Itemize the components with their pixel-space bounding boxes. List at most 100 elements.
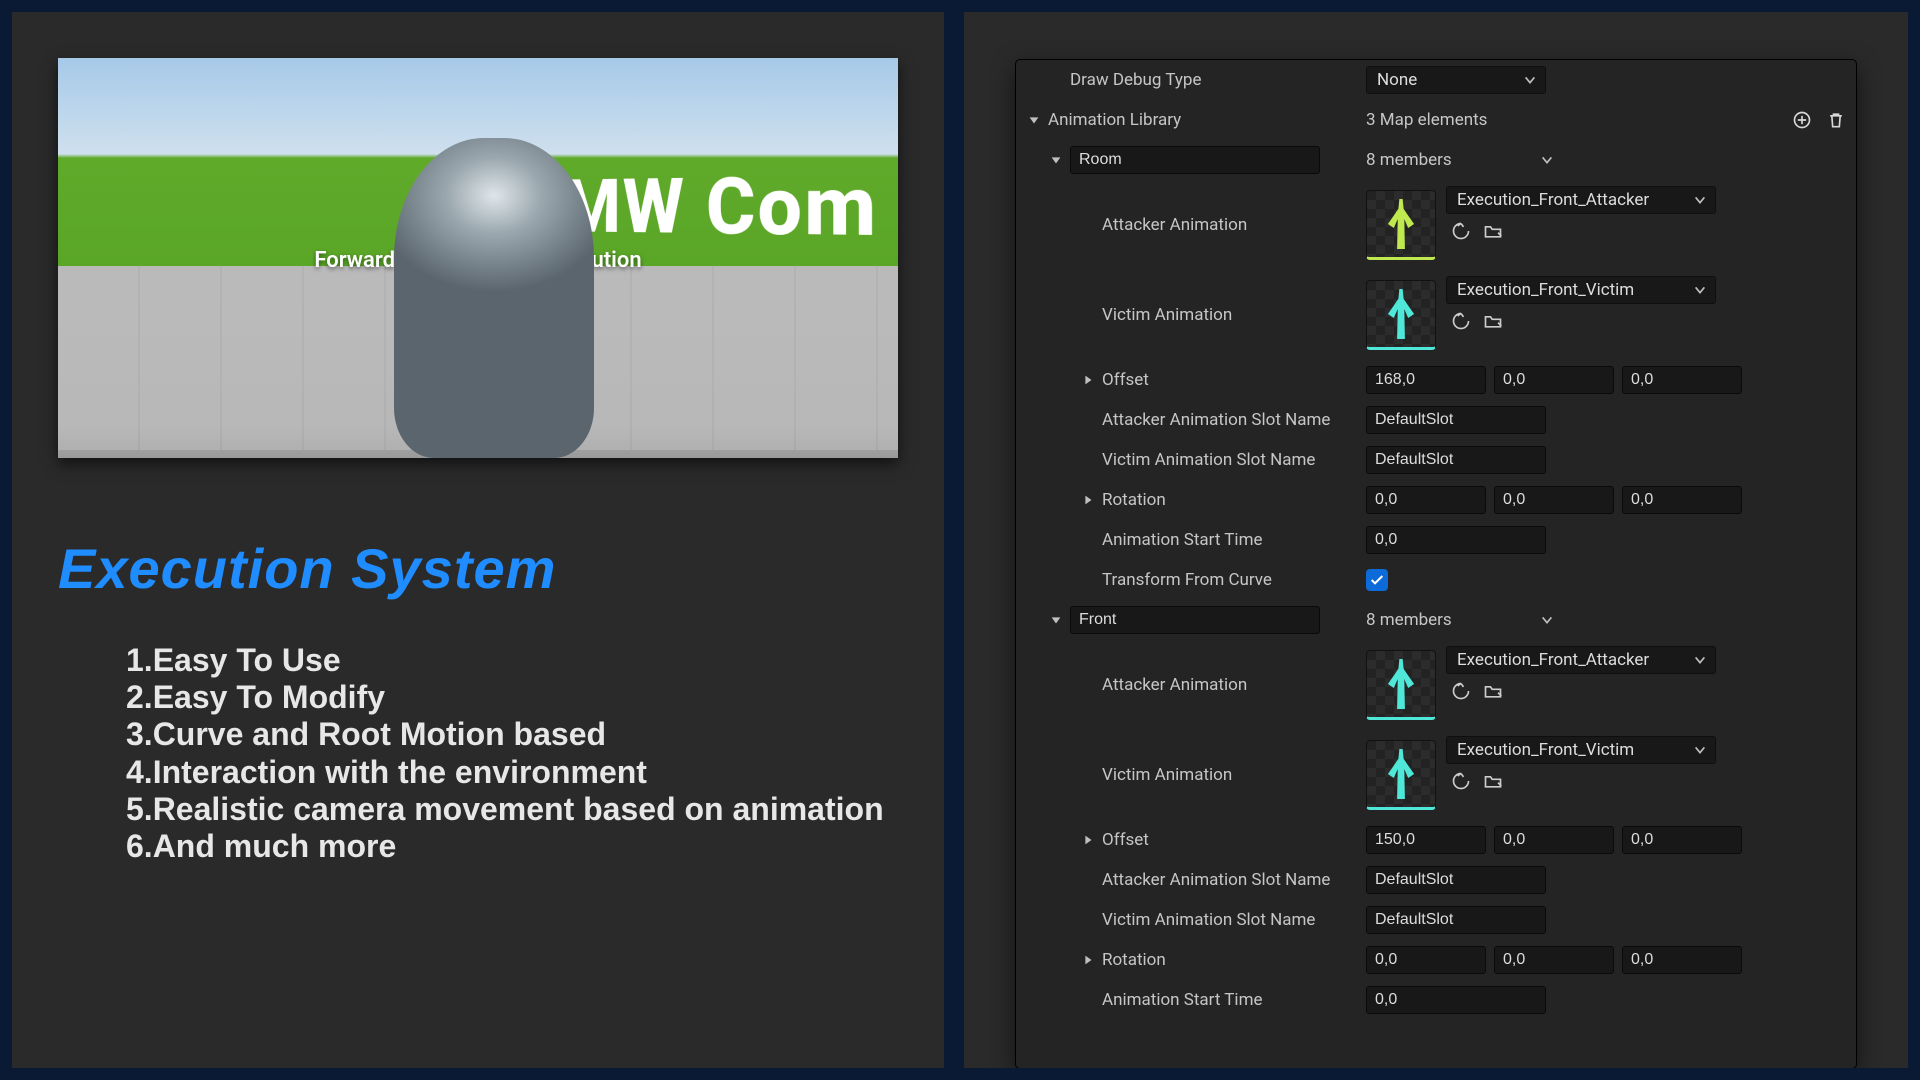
row-transform-from-curve: Transform From Curve (1016, 560, 1856, 600)
victim-anim-thumbnail[interactable] (1366, 280, 1436, 350)
chevron-down-icon[interactable] (1540, 153, 1554, 167)
offset-label: Offset (1102, 830, 1149, 850)
rotation-x-input[interactable] (1366, 946, 1486, 974)
victim-slot-input[interactable] (1366, 906, 1546, 934)
chevron-down-icon (1693, 743, 1707, 757)
rotation-y-input[interactable] (1494, 486, 1614, 514)
offset-x-input[interactable] (1366, 826, 1486, 854)
attacker-animation-label: Attacker Animation (1102, 675, 1247, 695)
feature-item: 3.Curve and Root Motion based (126, 717, 886, 752)
use-selected-asset-icon[interactable] (1450, 680, 1472, 702)
browse-to-asset-icon[interactable] (1482, 770, 1504, 792)
rotation-x-input[interactable] (1366, 486, 1486, 514)
row-anim-library: Animation Library 3 Map elements (1016, 100, 1856, 140)
start-time-label: Animation Start Time (1102, 990, 1263, 1010)
row-victim-slot: Victim Animation Slot Name (1016, 440, 1856, 480)
property-panel: Draw Debug Type None Animation Library 3… (1016, 60, 1856, 1068)
attacker-slot-input[interactable] (1366, 866, 1546, 894)
row-start-time: Animation Start Time (1016, 520, 1856, 560)
entry-members-count: 8 members (1366, 150, 1452, 170)
start-time-input[interactable] (1366, 526, 1546, 554)
start-time-label: Animation Start Time (1102, 530, 1263, 550)
row-attacker-animation: Attacker Animation Execution_Front_Attac… (1016, 640, 1856, 730)
entry-key-input[interactable] (1070, 606, 1320, 634)
promo-pane: MW Com LMB to Execute Forward and Backwa… (12, 12, 944, 1068)
expand-rotation[interactable] (1080, 492, 1096, 508)
expand-rotation[interactable] (1080, 952, 1096, 968)
feature-item: 6.And much more (126, 829, 886, 864)
victim-animation-label: Victim Animation (1102, 305, 1232, 325)
rotation-label: Rotation (1102, 490, 1166, 510)
row-attacker-animation: Attacker Animation Execution_Front_Attac… (1016, 180, 1856, 270)
offset-y-input[interactable] (1494, 826, 1614, 854)
use-selected-asset-icon[interactable] (1450, 220, 1472, 242)
feature-item: 5.Realistic camera movement based on ani… (126, 792, 886, 827)
victim-anim-dropdown[interactable]: Execution_Front_Victim (1446, 736, 1716, 764)
rotation-label: Rotation (1102, 950, 1166, 970)
add-map-element-icon[interactable] (1792, 110, 1812, 130)
offset-z-input[interactable] (1622, 366, 1742, 394)
details-pane: Draw Debug Type None Animation Library 3… (964, 12, 1908, 1068)
offset-label: Offset (1102, 370, 1149, 390)
start-time-input[interactable] (1366, 986, 1546, 1014)
offset-x-input[interactable] (1366, 366, 1486, 394)
row-offset: Offset (1016, 360, 1856, 400)
rotation-y-input[interactable] (1494, 946, 1614, 974)
attacker-anim-thumbnail[interactable] (1366, 190, 1436, 260)
expand-offset[interactable] (1080, 832, 1096, 848)
browse-to-asset-icon[interactable] (1482, 220, 1504, 242)
feature-item: 1.Easy To Use (126, 643, 886, 678)
row-victim-slot: Victim Animation Slot Name (1016, 900, 1856, 940)
draw-debug-label: Draw Debug Type (1070, 70, 1202, 90)
row-start-time: Animation Start Time (1016, 980, 1856, 1020)
attacker-anim-dropdown[interactable]: Execution_Front_Attacker (1446, 186, 1716, 214)
attacker-anim-dropdown[interactable]: Execution_Front_Attacker (1446, 646, 1716, 674)
chevron-down-icon (1523, 73, 1537, 87)
browse-to-asset-icon[interactable] (1482, 310, 1504, 332)
use-selected-asset-icon[interactable] (1450, 770, 1472, 792)
rotation-z-input[interactable] (1622, 946, 1742, 974)
attacker-slot-input[interactable] (1366, 406, 1546, 434)
entry-members-count: 8 members (1366, 610, 1452, 630)
attacker-slot-label: Attacker Animation Slot Name (1102, 870, 1330, 890)
draw-debug-dropdown[interactable]: None (1366, 66, 1546, 94)
row-draw-debug: Draw Debug Type None (1016, 60, 1856, 100)
anim-library-label: Animation Library (1048, 110, 1181, 130)
attacker-anim-thumbnail[interactable] (1366, 650, 1436, 720)
victim-anim-thumbnail[interactable] (1366, 740, 1436, 810)
use-selected-asset-icon[interactable] (1450, 310, 1472, 332)
clear-map-icon[interactable] (1826, 110, 1846, 130)
offset-z-input[interactable] (1622, 826, 1742, 854)
chevron-down-icon (1693, 283, 1707, 297)
victim-slot-input[interactable] (1366, 446, 1546, 474)
expand-anim-library[interactable] (1026, 112, 1042, 128)
attacker-slot-label: Attacker Animation Slot Name (1102, 410, 1330, 430)
feature-list: 1.Easy To Use2.Easy To Modify3.Curve and… (126, 643, 886, 866)
row-victim-animation: Victim Animation Execution_Front_Victim (1016, 730, 1856, 820)
expand-entry[interactable] (1048, 612, 1064, 628)
victim-slot-label: Victim Animation Slot Name (1102, 910, 1315, 930)
feature-item: 4.Interaction with the environment (126, 755, 886, 790)
row-map-entry: 8 members (1016, 600, 1856, 640)
row-rotation: Rotation (1016, 480, 1856, 520)
victim-anim-dropdown[interactable]: Execution_Front_Victim (1446, 276, 1716, 304)
row-attacker-slot: Attacker Animation Slot Name (1016, 860, 1856, 900)
page-title: Execution System (58, 536, 898, 601)
browse-to-asset-icon[interactable] (1482, 680, 1504, 702)
expand-entry[interactable] (1048, 152, 1064, 168)
row-offset: Offset (1016, 820, 1856, 860)
chevron-down-icon[interactable] (1540, 613, 1554, 627)
entry-key-input[interactable] (1070, 146, 1320, 174)
rotation-z-input[interactable] (1622, 486, 1742, 514)
row-map-entry: 8 members (1016, 140, 1856, 180)
chevron-down-icon (1693, 653, 1707, 667)
victim-animation-label: Victim Animation (1102, 765, 1232, 785)
offset-y-input[interactable] (1494, 366, 1614, 394)
transform-curve-checkbox[interactable] (1366, 569, 1388, 591)
anim-library-count: 3 Map elements (1366, 110, 1487, 130)
transform-curve-label: Transform From Curve (1102, 570, 1272, 590)
character-mannequin (394, 138, 594, 458)
chevron-down-icon (1693, 193, 1707, 207)
attacker-animation-label: Attacker Animation (1102, 215, 1247, 235)
expand-offset[interactable] (1080, 372, 1096, 388)
